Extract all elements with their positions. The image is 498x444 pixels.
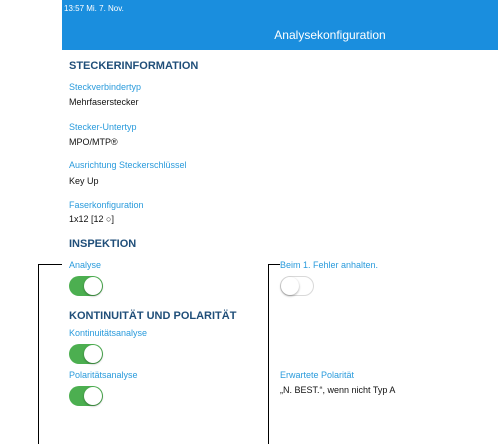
analysis-label: Analyse	[69, 260, 102, 270]
stop-on-first-error-toggle[interactable]	[280, 276, 314, 296]
callout-line-stop	[268, 264, 269, 444]
continuity-toggle[interactable]	[69, 344, 103, 364]
connector-type-label: Steckverbindertyp	[69, 82, 142, 92]
callout-line-analysis	[38, 264, 39, 444]
fiber-config-value[interactable]: 1x12 [12 ○]	[69, 214, 114, 224]
page-title: Analysekonfiguration	[274, 28, 386, 42]
status-bar-time: 13:57 Mi. 7. Nov.	[64, 4, 124, 13]
expected-polarity-label: Erwartete Polarität	[280, 370, 355, 380]
header-bar: 13:57 Mi. 7. Nov. Analysekonfiguration	[62, 0, 498, 50]
expected-polarity-value[interactable]: „N. BEST.“, wenn nicht Typ A	[280, 385, 395, 395]
toggle-knob	[281, 277, 299, 295]
continuity-label: Kontinuitätsanalyse	[69, 328, 148, 338]
subtype-label: Stecker-Untertyp	[69, 122, 137, 132]
key-orientation-value[interactable]: Key Up	[69, 176, 99, 186]
app-screen: 13:57 Mi. 7. Nov. Analysekonfiguration S…	[62, 0, 498, 444]
section-continuity-heading: KONTINUITÄT UND POLARITÄT	[69, 310, 237, 322]
connector-type-value[interactable]: Mehrfaserstecker	[69, 97, 139, 107]
toggle-knob	[84, 345, 102, 363]
toggle-knob	[84, 277, 102, 295]
fiber-config-label: Faserkonfiguration	[69, 200, 144, 210]
section-connector-heading: STECKERINFORMATION	[69, 60, 199, 72]
stop-on-first-error-label: Beim 1. Fehler anhalten.	[280, 260, 379, 270]
analysis-toggle[interactable]	[69, 276, 103, 296]
toggle-knob	[84, 387, 102, 405]
polarity-toggle[interactable]	[69, 386, 103, 406]
subtype-value[interactable]: MPO/MTP®	[69, 137, 118, 147]
polarity-label: Polaritätsanalyse	[69, 370, 138, 380]
section-inspection-heading: INSPEKTION	[69, 238, 137, 250]
key-orientation-label: Ausrichtung Steckerschlüssel	[69, 160, 187, 170]
callout-tick-stop	[268, 264, 280, 265]
